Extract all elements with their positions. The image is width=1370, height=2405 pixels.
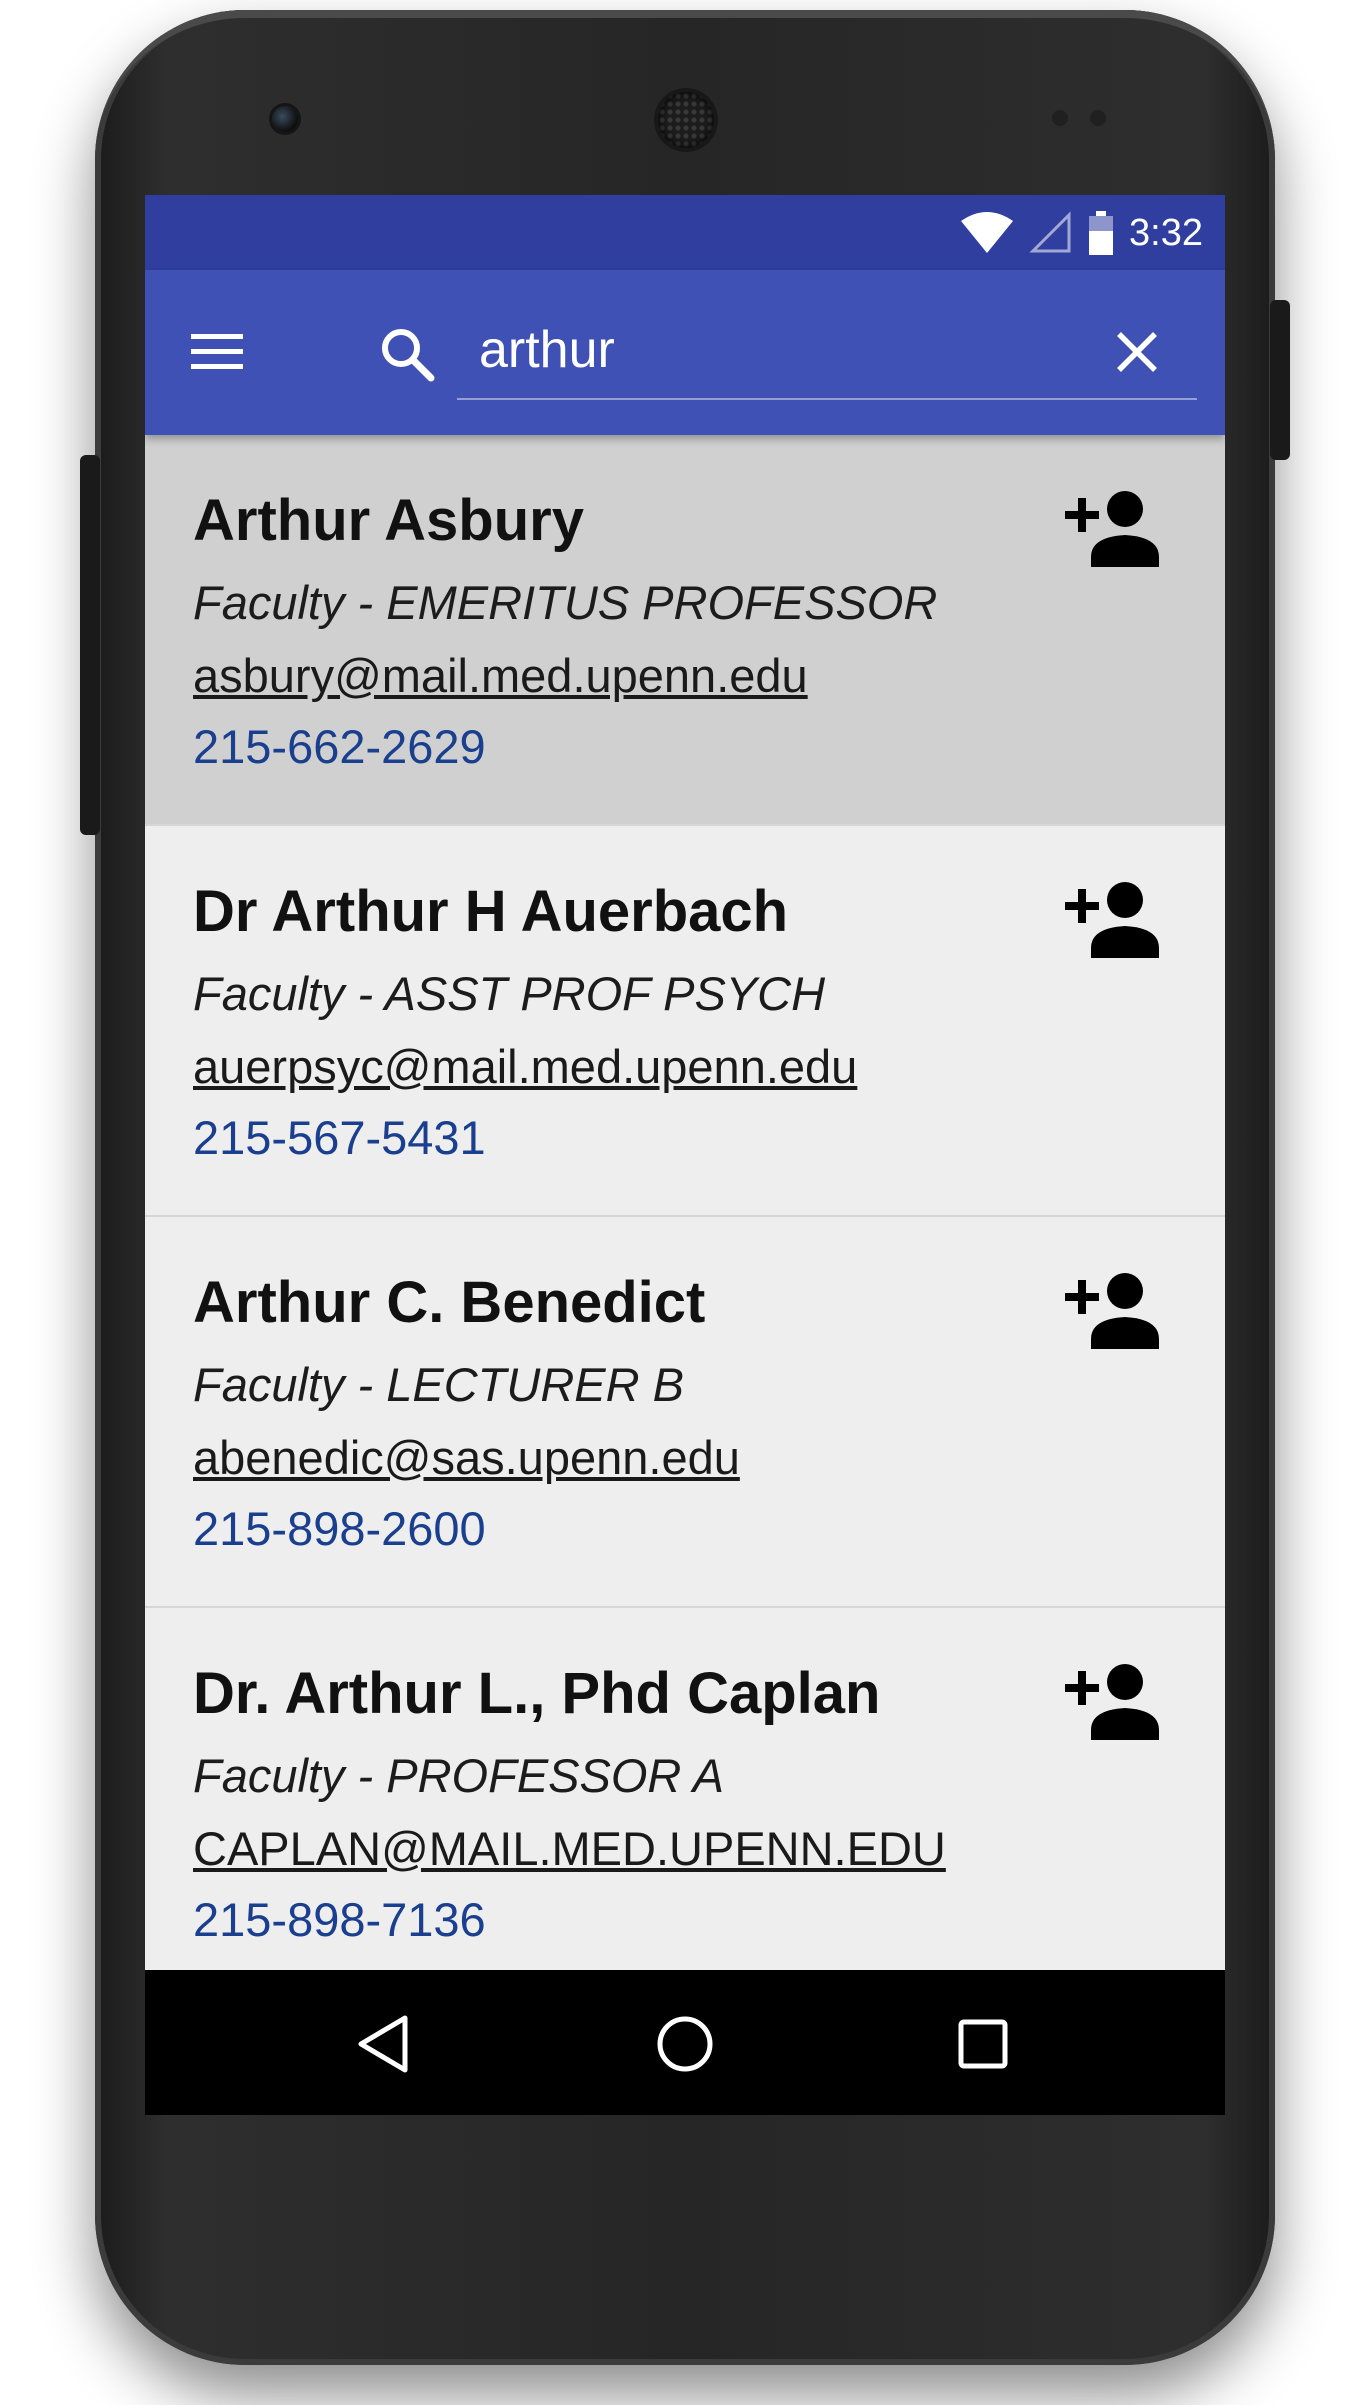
list-item[interactable]: Arthur Asbury Faculty - EMERITUS PROFESS… [145,435,1225,826]
email-link[interactable]: auerpsyc@mail.med.upenn.edu [193,1039,857,1094]
add-contact-icon[interactable] [1065,1269,1161,1349]
search-input[interactable] [479,318,1039,382]
list-item[interactable]: Dr. Arthur L., Phd Caplan Faculty - PROF… [145,1608,1225,1999]
home-button[interactable] [647,2006,723,2082]
power-button [1270,300,1290,460]
add-contact-icon[interactable] [1065,1660,1161,1740]
add-contact-icon[interactable] [1065,487,1161,567]
search-field [457,300,1197,400]
menu-icon [191,334,243,369]
email-link[interactable]: abenedic@sas.upenn.edu [193,1430,740,1485]
status-bar: 3:32 [145,195,1225,270]
front-camera [272,106,298,132]
status-time: 3:32 [1129,211,1203,254]
wifi-icon [961,212,1014,253]
phone-link[interactable]: 215-662-2629 [193,719,486,774]
person-name: Arthur C. Benedict [193,1270,706,1335]
add-contact-icon[interactable] [1065,878,1161,958]
phone-link[interactable]: 215-898-7136 [193,1892,486,1947]
person-name: Dr. Arthur L., Phd Caplan [193,1661,881,1726]
home-icon [657,2016,713,2072]
navigation-bar [145,1970,1225,2115]
email-link[interactable]: asbury@mail.med.upenn.edu [193,648,808,703]
recents-button[interactable] [945,2006,1021,2082]
earpiece-speaker [658,92,714,148]
close-icon [1117,332,1157,372]
back-button[interactable] [345,2006,421,2082]
recents-icon [958,2019,1008,2069]
phone-link[interactable]: 215-567-5431 [193,1110,486,1165]
search-icon [382,329,435,382]
person-title: Faculty - LECTURER B [193,1358,684,1411]
app-bar [145,270,1225,435]
list-item[interactable]: Arthur C. Benedict Faculty - LECTURER B … [145,1217,1225,1608]
person-name: Arthur Asbury [193,488,584,553]
person-title: Faculty - ASST PROF PSYCH [193,967,826,1020]
cell-signal-icon [1029,211,1071,253]
phone-link[interactable]: 215-898-2600 [193,1501,486,1556]
back-icon [358,2015,408,2073]
email-link[interactable]: CAPLAN@MAIL.MED.UPENN.EDU [193,1821,946,1876]
proximity-sensor [1052,110,1068,126]
volume-button [80,455,100,835]
battery-icon [1089,211,1114,255]
list-item[interactable]: Dr Arthur H Auerbach Faculty - ASST PROF… [145,826,1225,1217]
light-sensor [1090,110,1106,126]
person-title: Faculty - EMERITUS PROFESSOR [193,576,938,629]
status-icons: 3:32 [959,209,1203,257]
results-list: Arthur Asbury Faculty - EMERITUS PROFESS… [145,435,1225,1999]
clear-search-button[interactable] [1105,320,1169,384]
person-title: Faculty - PROFESSOR A [193,1749,725,1802]
menu-button[interactable] [185,320,249,384]
screen: 3:32 Arthur Asbury Facu [145,195,1225,2115]
person-name: Dr Arthur H Auerbach [193,879,789,944]
